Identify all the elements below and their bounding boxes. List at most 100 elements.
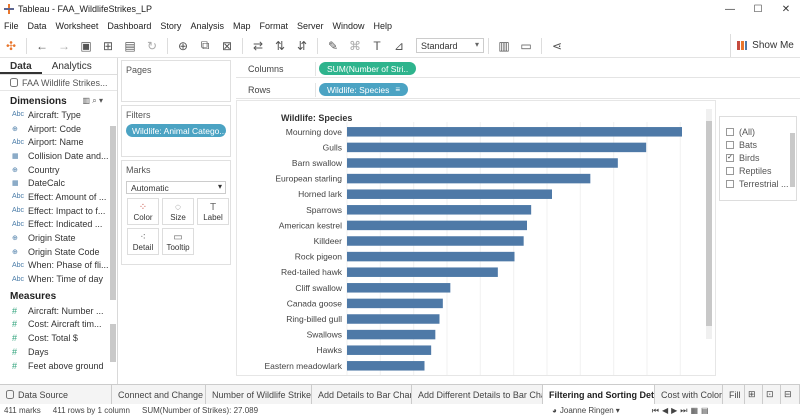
user-dropdown-icon[interactable]: ▾: [616, 406, 620, 415]
legend-item-terrestrial[interactable]: Terrestrial ...: [720, 177, 796, 190]
filmstrip-view-icon[interactable]: ▤: [701, 406, 709, 415]
new-worksheet-icon[interactable]: ⊕: [172, 36, 194, 56]
show-mark-labels-icon[interactable]: T: [366, 36, 388, 56]
mark-type-dropdown[interactable]: Automatic: [126, 181, 226, 194]
tableau-home-icon[interactable]: ✣: [0, 36, 22, 56]
menu-window[interactable]: Window: [333, 21, 365, 31]
menu-story[interactable]: Story: [160, 21, 181, 31]
grid-view-icon[interactable]: ▦: [690, 406, 698, 415]
field-item[interactable]: Abc Airport: Name: [0, 135, 117, 149]
new-dashboard-icon[interactable]: ⊡: [763, 385, 781, 404]
fix-axes-icon[interactable]: ⊿: [388, 36, 410, 56]
legend-item-all[interactable]: (All): [720, 125, 796, 138]
forward-arrow-icon[interactable]: →: [53, 36, 75, 56]
show-cards-icon[interactable]: ▥: [493, 36, 515, 56]
checkbox[interactable]: [726, 140, 734, 149]
legend-item-bats[interactable]: Bats: [720, 138, 796, 151]
tab-number-of-strikes[interactable]: Number of Wildlife Strikes: [206, 385, 312, 404]
chart-scrollbar-thumb[interactable]: [706, 121, 712, 326]
filter-pill[interactable]: Wildlife: Animal Catego...: [126, 124, 226, 137]
nav-prev-icon[interactable]: ◀: [662, 406, 668, 415]
field-item[interactable]: ⊕ Origin State Code: [0, 245, 117, 259]
tab-data[interactable]: Data: [0, 58, 42, 74]
rows-pill[interactable]: Wildlife: Species ≡: [319, 83, 409, 96]
search-icon[interactable]: ⌕: [92, 96, 96, 105]
tab-connect-metadata[interactable]: Connect and Change Metadata: [112, 385, 206, 404]
back-arrow-icon[interactable]: ←: [31, 36, 53, 56]
checkbox[interactable]: [726, 179, 734, 188]
field-item[interactable]: ▦ Collision Date and...: [0, 149, 117, 163]
legend-scrollbar[interactable]: [790, 119, 795, 197]
checkbox[interactable]: [726, 127, 734, 136]
field-item[interactable]: Abc When: Phase of fli...: [0, 259, 117, 273]
highlight-icon[interactable]: ✎: [322, 36, 344, 56]
tab-analytics[interactable]: Analytics: [42, 58, 102, 74]
refresh-icon[interactable]: ↻: [141, 36, 163, 56]
menu-server[interactable]: Server: [297, 21, 324, 31]
menu-map[interactable]: Map: [233, 21, 251, 31]
maximize-icon[interactable]: ☐: [744, 0, 772, 18]
pause-updates-icon[interactable]: ▤: [119, 36, 141, 56]
tab-data-source[interactable]: Data Source: [0, 385, 112, 404]
field-item[interactable]: # Cost: Total $: [0, 331, 117, 345]
columns-shelf[interactable]: Columns SUM(Number of Stri..: [236, 60, 800, 78]
field-item[interactable]: ⊕ Airport: Code: [0, 122, 117, 136]
field-item[interactable]: Abc Effect: Indicated ...: [0, 218, 117, 232]
save-icon[interactable]: ▣: [75, 36, 97, 56]
nav-first-icon[interactable]: ⏮: [652, 406, 659, 416]
field-item[interactable]: Abc Effect: Impact to f...: [0, 204, 117, 218]
rows-shelf[interactable]: Rows Wildlife: Species ≡: [236, 81, 800, 99]
datasource-item[interactable]: FAA Wildlife Strikes...: [0, 75, 117, 91]
legend-scroll-thumb[interactable]: [790, 133, 795, 187]
field-item[interactable]: ⊕ Origin State: [0, 231, 117, 245]
sort-ascending-icon[interactable]: ⇅: [269, 36, 291, 56]
dimensions-scrollbar[interactable]: [110, 126, 116, 300]
close-icon[interactable]: ✕: [772, 0, 800, 18]
menu-help[interactable]: Help: [374, 21, 393, 31]
new-datasource-icon[interactable]: ⊞: [97, 36, 119, 56]
fit-dropdown[interactable]: Standard: [416, 38, 484, 53]
field-item[interactable]: ▦ DateCalc: [0, 176, 117, 190]
new-sheet-icon[interactable]: ⊞: [745, 385, 763, 404]
view-toggle-icon[interactable]: ▥: [82, 96, 90, 105]
tab-cost-with-color[interactable]: Cost with Color: [655, 385, 723, 404]
share-icon[interactable]: ⋖: [546, 36, 568, 56]
checkbox[interactable]: [726, 166, 734, 175]
chevron-down-icon[interactable]: ▾: [99, 96, 103, 105]
sort-descending-icon[interactable]: ⇵: [291, 36, 313, 56]
menu-dashboard[interactable]: Dashboard: [107, 21, 151, 31]
tab-add-different-details[interactable]: Add Different Details to Bar Chart: [412, 385, 543, 404]
menu-data[interactable]: Data: [28, 21, 47, 31]
status-user[interactable]: Joanne Ringen: [560, 406, 614, 415]
legend-item-birds[interactable]: ✓ Birds: [720, 151, 796, 164]
field-item[interactable]: Abc When: Time of day: [0, 272, 117, 286]
field-item[interactable]: # Days: [0, 345, 117, 359]
field-item[interactable]: ⊕ Country: [0, 163, 117, 177]
measures-scrollbar[interactable]: [110, 324, 116, 362]
show-me-button[interactable]: Show Me: [730, 34, 800, 57]
color-button[interactable]: ⁘ Color: [127, 198, 159, 225]
tab-fill[interactable]: Fill: [723, 385, 745, 404]
menu-format[interactable]: Format: [259, 21, 288, 31]
label-button[interactable]: T Label: [197, 198, 229, 225]
minimize-icon[interactable]: —: [716, 0, 744, 18]
tab-filtering-sorting[interactable]: Filtering and Sorting Details: [543, 385, 655, 404]
field-item[interactable]: # Cost: Aircraft tim...: [0, 318, 117, 332]
field-item[interactable]: # Aircraft: Number ...: [0, 304, 117, 318]
columns-pill[interactable]: SUM(Number of Stri..: [319, 62, 417, 75]
clear-sheet-icon[interactable]: ⊠: [216, 36, 238, 56]
swap-rows-columns-icon[interactable]: ⇄: [247, 36, 269, 56]
field-item[interactable]: Abc Effect: Amount of ...: [0, 190, 117, 204]
tooltip-button[interactable]: ▭ Tooltip: [162, 228, 194, 255]
size-button[interactable]: ◌ Size: [162, 198, 194, 225]
duplicate-sheet-icon[interactable]: ⧉: [194, 36, 216, 56]
presentation-mode-icon[interactable]: ▭: [515, 36, 537, 56]
checkbox-checked[interactable]: ✓: [726, 153, 734, 162]
nav-next-icon[interactable]: ▶: [671, 406, 677, 415]
menu-worksheet[interactable]: Worksheet: [56, 21, 99, 31]
new-story-icon[interactable]: ⊟: [781, 385, 800, 404]
sort-descending-icon[interactable]: ≡: [395, 85, 400, 94]
field-item[interactable]: # Feet above ground: [0, 359, 117, 373]
group-members-icon[interactable]: ⌘: [344, 36, 366, 56]
detail-button[interactable]: ⁖ Detail: [127, 228, 159, 255]
